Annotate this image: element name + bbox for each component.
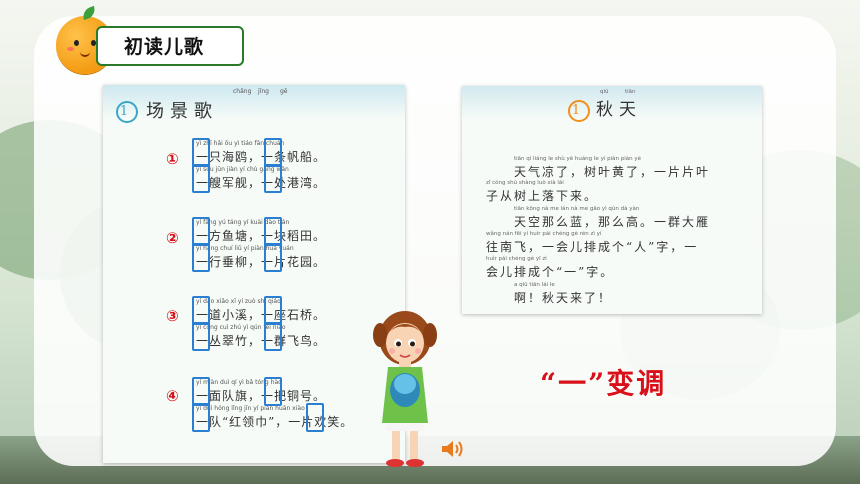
yi-highlight-box xyxy=(264,217,282,246)
yi-highlight-box xyxy=(192,164,210,193)
yi-highlight-box xyxy=(264,164,282,193)
line-text: 一行垂柳，一片花园。 xyxy=(196,255,327,269)
section-title: 初读儿歌 xyxy=(124,36,205,58)
yi-highlight-box xyxy=(192,243,210,272)
yi-highlight-box xyxy=(192,217,210,246)
line-pinyin: tiān qì liáng le shù yè huáng le yí piàn… xyxy=(514,156,641,162)
yi-highlight-box xyxy=(264,377,282,406)
line-text: 会儿排成个“一”字。 xyxy=(486,265,615,279)
yi-highlight-box xyxy=(192,296,210,325)
line-pinyin: yí duì hóng lǐng jīn yí piàn huān xiào xyxy=(196,405,305,412)
line-pinyin: tiān kōng nà me lán nà me gāo yì qún dà … xyxy=(514,206,640,212)
yi-highlight-box xyxy=(264,296,282,325)
yi-highlight-box xyxy=(264,243,282,272)
yi-highlight-box xyxy=(192,138,210,167)
speaker-icon[interactable] xyxy=(440,438,464,460)
yi-highlight-box xyxy=(264,138,282,167)
line-text: 天气凉了，树叶黄了，一片片叶 xyxy=(514,165,711,179)
yi-highlight-box xyxy=(306,403,324,432)
section-title-box: 初读儿歌 xyxy=(96,26,244,66)
line-pinyin: wǎng nán fēi yí huìr pái chéng gè rén zì… xyxy=(486,231,602,237)
yi-highlight-box xyxy=(264,322,282,351)
stanza-marker: ④ xyxy=(166,387,179,405)
stanza-marker: ③ xyxy=(166,307,179,325)
line-text: 啊！秋天来了！ xyxy=(514,291,613,305)
line-text: 一艘军舰，一处港湾。 xyxy=(196,176,327,190)
line-text: 子从树上落下来。 xyxy=(486,189,599,203)
line-text: 天空那么蓝，那么高。一群大雁 xyxy=(514,215,711,229)
stanza-marker: ① xyxy=(166,150,179,168)
section-header: 初读儿歌 xyxy=(56,5,244,74)
line-pinyin: huìr pái chéng gè yī zì xyxy=(486,256,547,262)
topic-label: “一”变调 xyxy=(540,367,667,400)
line-text: 一丛翠竹，一群飞鸟。 xyxy=(196,334,327,348)
stanza-marker: ② xyxy=(166,229,179,247)
line-text: 一面队旗，一把铜号。 xyxy=(196,389,327,403)
line-text: 一道小溪，一座石桥。 xyxy=(196,308,327,322)
yi-highlight-box xyxy=(192,322,210,351)
left-lesson-title-text: 场景歌 xyxy=(146,101,218,122)
lesson-number-badge: 1 xyxy=(116,101,138,123)
right-lesson-title: 1 秋天 xyxy=(568,95,642,122)
line-text: 一队“红领巾”，一片欢笑。 xyxy=(196,415,354,429)
yi-highlight-box xyxy=(192,377,210,406)
line-pinyin: a qiū tiān lái le xyxy=(514,282,555,288)
yi-highlight-box xyxy=(192,403,210,432)
line-pinyin: zǐ cóng shù shàng luò xià lái xyxy=(486,180,564,186)
left-lesson-title: 1 场景歌 xyxy=(116,97,218,123)
lesson-number-badge: 1 xyxy=(568,99,590,122)
girl-illustration xyxy=(373,311,437,467)
right-lesson-title-text: 秋天 xyxy=(596,100,642,120)
line-text: 一方鱼塘，一块稻田。 xyxy=(196,229,327,243)
line-text: 往南飞，一会儿排成个“人”字，一 xyxy=(486,240,699,254)
line-text: 一只海鸥，一条帆船。 xyxy=(196,150,327,164)
